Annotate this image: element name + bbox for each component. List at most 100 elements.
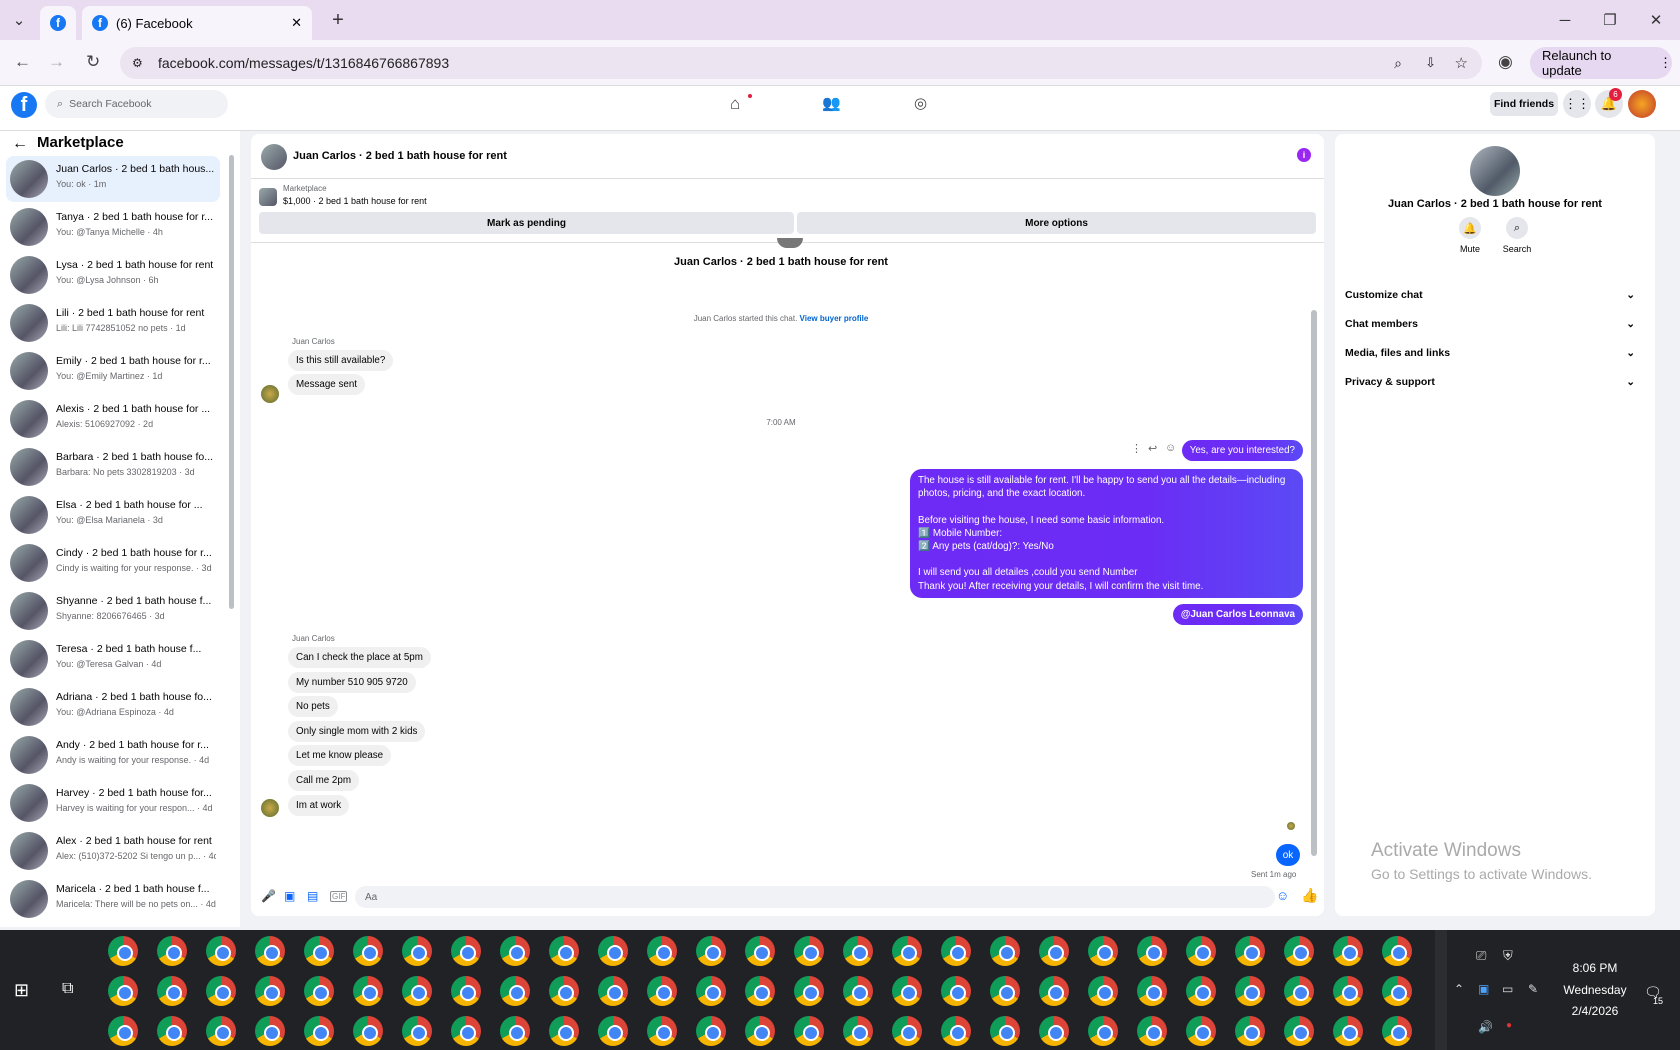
chrome-taskbar-icon[interactable] bbox=[157, 976, 187, 1006]
conversation-item[interactable]: Cindy · 2 bed 1 bath house for r... Cindy… bbox=[6, 540, 220, 586]
reply-icon[interactable]: ↩ bbox=[1148, 442, 1157, 455]
search-facebook-input[interactable]: ⌕ Search Facebook bbox=[45, 90, 228, 118]
chrome-taskbar-icon[interactable] bbox=[108, 976, 138, 1006]
chrome-taskbar-icon[interactable] bbox=[500, 1016, 530, 1046]
chrome-taskbar-icon[interactable] bbox=[1088, 936, 1118, 966]
chrome-taskbar-icon[interactable] bbox=[304, 936, 334, 966]
menu-grid-icon[interactable]: ⋮⋮ bbox=[1563, 90, 1591, 118]
chrome-taskbar-icon[interactable] bbox=[598, 976, 628, 1006]
conversation-item[interactable]: Tanya · 2 bed 1 bath house for r... You: … bbox=[6, 204, 220, 250]
chrome-taskbar-icon[interactable] bbox=[353, 1016, 383, 1046]
conversation-item[interactable]: Shyanne · 2 bed 1 bath house f... Shyanne… bbox=[6, 588, 220, 634]
chrome-taskbar-icon[interactable] bbox=[843, 1016, 873, 1046]
conversation-item[interactable]: Alex · 2 bed 1 bath house for rent Alex: … bbox=[6, 828, 220, 874]
chrome-taskbar-icon[interactable] bbox=[1039, 976, 1069, 1006]
conversation-item[interactable]: Barbara · 2 bed 1 bath house fo... Barbar… bbox=[6, 444, 220, 490]
chrome-taskbar-icon[interactable] bbox=[451, 936, 481, 966]
chrome-taskbar-icon[interactable] bbox=[892, 1016, 922, 1046]
conversation-item[interactable]: Lili · 2 bed 1 bath house for rent Lili: … bbox=[6, 300, 220, 346]
chrome-taskbar-icon[interactable] bbox=[451, 1016, 481, 1046]
incoming-message[interactable]: Call me 2pm bbox=[288, 770, 359, 791]
facebook-logo-icon[interactable]: f bbox=[11, 92, 37, 118]
microphone-icon[interactable]: 🎤 bbox=[261, 889, 276, 903]
incoming-message[interactable]: Only single mom with 2 kids bbox=[288, 720, 426, 742]
chrome-taskbar-icon[interactable] bbox=[549, 936, 579, 966]
chrome-taskbar-icon[interactable] bbox=[843, 976, 873, 1006]
outgoing-mention[interactable]: @Juan Carlos Leonnava bbox=[1172, 604, 1303, 625]
chrome-taskbar-icon[interactable] bbox=[206, 936, 236, 966]
conversation-item[interactable]: Elsa · 2 bed 1 bath house for ... You: @E… bbox=[6, 492, 220, 538]
chrome-taskbar-icon[interactable] bbox=[1382, 1016, 1412, 1046]
chrome-taskbar-icon[interactable] bbox=[892, 976, 922, 1006]
more-actions-icon[interactable]: ⋮ bbox=[1131, 442, 1142, 455]
chrome-taskbar-icon[interactable] bbox=[941, 976, 971, 1006]
incoming-message[interactable]: Let me know please bbox=[288, 745, 392, 767]
avatar[interactable] bbox=[1628, 90, 1656, 118]
chrome-taskbar-icon[interactable] bbox=[941, 1016, 971, 1046]
reload-icon[interactable]: ↻ bbox=[86, 52, 100, 72]
chat-scrollbar[interactable] bbox=[1311, 310, 1317, 856]
chrome-taskbar-icon[interactable] bbox=[1088, 976, 1118, 1006]
chrome-taskbar-icon[interactable] bbox=[1284, 936, 1314, 966]
chrome-taskbar-icon[interactable] bbox=[941, 936, 971, 966]
chrome-taskbar-icon[interactable] bbox=[1137, 976, 1167, 1006]
chrome-taskbar-icon[interactable] bbox=[304, 1016, 334, 1046]
taskbar-scroll[interactable] bbox=[1435, 930, 1447, 1050]
clock-day[interactable]: Wednesday bbox=[1550, 983, 1640, 997]
chrome-taskbar-icon[interactable] bbox=[1284, 976, 1314, 1006]
chrome-taskbar-icon[interactable] bbox=[745, 976, 775, 1006]
chrome-taskbar-icon[interactable] bbox=[255, 976, 285, 1006]
incoming-message[interactable]: No pets bbox=[288, 696, 338, 718]
home-icon[interactable]: ⌂ bbox=[730, 94, 740, 114]
chrome-taskbar-icon[interactable] bbox=[1186, 976, 1216, 1006]
outgoing-message[interactable]: ok bbox=[1276, 844, 1300, 866]
conversation-item[interactable]: Harvey · 2 bed 1 bath house for... Harvey… bbox=[6, 780, 220, 826]
chrome-taskbar-icon[interactable] bbox=[696, 936, 726, 966]
chrome-taskbar-icon[interactable] bbox=[1186, 1016, 1216, 1046]
chrome-taskbar-icon[interactable] bbox=[843, 936, 873, 966]
incoming-message[interactable]: Im at work bbox=[288, 794, 350, 816]
chrome-taskbar-icon[interactable] bbox=[696, 1016, 726, 1046]
incoming-message[interactable]: Message sent bbox=[288, 374, 365, 395]
chrome-taskbar-icon[interactable] bbox=[1039, 936, 1069, 966]
chrome-taskbar-icon[interactable] bbox=[647, 1016, 677, 1046]
chrome-taskbar-icon[interactable] bbox=[353, 936, 383, 966]
zoom-icon[interactable]: ⌕ bbox=[1394, 55, 1402, 72]
emoji-icon[interactable]: ☺ bbox=[1276, 888, 1289, 903]
relaunch-button[interactable]: Relaunch to update ⋮ bbox=[1530, 47, 1672, 79]
incoming-message[interactable]: Is this still available? bbox=[288, 350, 394, 371]
listing-title[interactable]: $1,000 · 2 bed 1 bath house for rent bbox=[283, 196, 427, 206]
privacy-support-item[interactable]: Privacy & support ⌄ bbox=[1345, 376, 1635, 388]
site-info-icon[interactable]: ⚙ bbox=[132, 56, 143, 70]
sidebar-scrollbar[interactable] bbox=[229, 155, 234, 609]
chrome-taskbar-icon[interactable] bbox=[549, 1016, 579, 1046]
chrome-taskbar-icon[interactable] bbox=[745, 936, 775, 966]
outgoing-message[interactable]: Yes, are you interested? bbox=[1181, 440, 1303, 461]
tab-search-icon[interactable]: ⌄ bbox=[4, 8, 34, 32]
sticker-icon[interactable]: ▤ bbox=[307, 889, 318, 903]
chrome-taskbar-icon[interactable] bbox=[1186, 936, 1216, 966]
chrome-taskbar-icon[interactable] bbox=[794, 936, 824, 966]
gif-icon[interactable]: GIF bbox=[330, 891, 348, 902]
chrome-taskbar-icon[interactable] bbox=[255, 936, 285, 966]
chrome-taskbar-icon[interactable] bbox=[1284, 1016, 1314, 1046]
chrome-taskbar-icon[interactable] bbox=[1333, 936, 1363, 966]
back-arrow-icon[interactable]: ← bbox=[12, 135, 28, 153]
conversation-item[interactable]: Lysa · 2 bed 1 bath house for rent You: @… bbox=[6, 252, 220, 298]
chrome-taskbar-icon[interactable] bbox=[1235, 1016, 1265, 1046]
chrome-taskbar-icon[interactable] bbox=[598, 936, 628, 966]
groups-icon[interactable]: ◎ bbox=[914, 94, 927, 112]
volume-icon[interactable]: 🔊 bbox=[1478, 1020, 1493, 1034]
task-view-icon[interactable]: ⧉ bbox=[62, 980, 73, 998]
chrome-taskbar-icon[interactable] bbox=[696, 976, 726, 1006]
chrome-taskbar-icon[interactable] bbox=[1039, 1016, 1069, 1046]
chrome-taskbar-icon[interactable] bbox=[1137, 1016, 1167, 1046]
pinned-tab[interactable]: f bbox=[40, 6, 76, 40]
tab-facebook[interactable]: f (6) Facebook ✕ bbox=[82, 6, 312, 40]
defender-icon[interactable]: ⛨ bbox=[1503, 948, 1513, 964]
info-icon[interactable]: i bbox=[1297, 148, 1311, 162]
chrome-taskbar-icon[interactable] bbox=[500, 976, 530, 1006]
chrome-taskbar-icon[interactable] bbox=[1235, 976, 1265, 1006]
chrome-taskbar-icon[interactable] bbox=[1333, 976, 1363, 1006]
chrome-taskbar-icon[interactable] bbox=[304, 976, 334, 1006]
